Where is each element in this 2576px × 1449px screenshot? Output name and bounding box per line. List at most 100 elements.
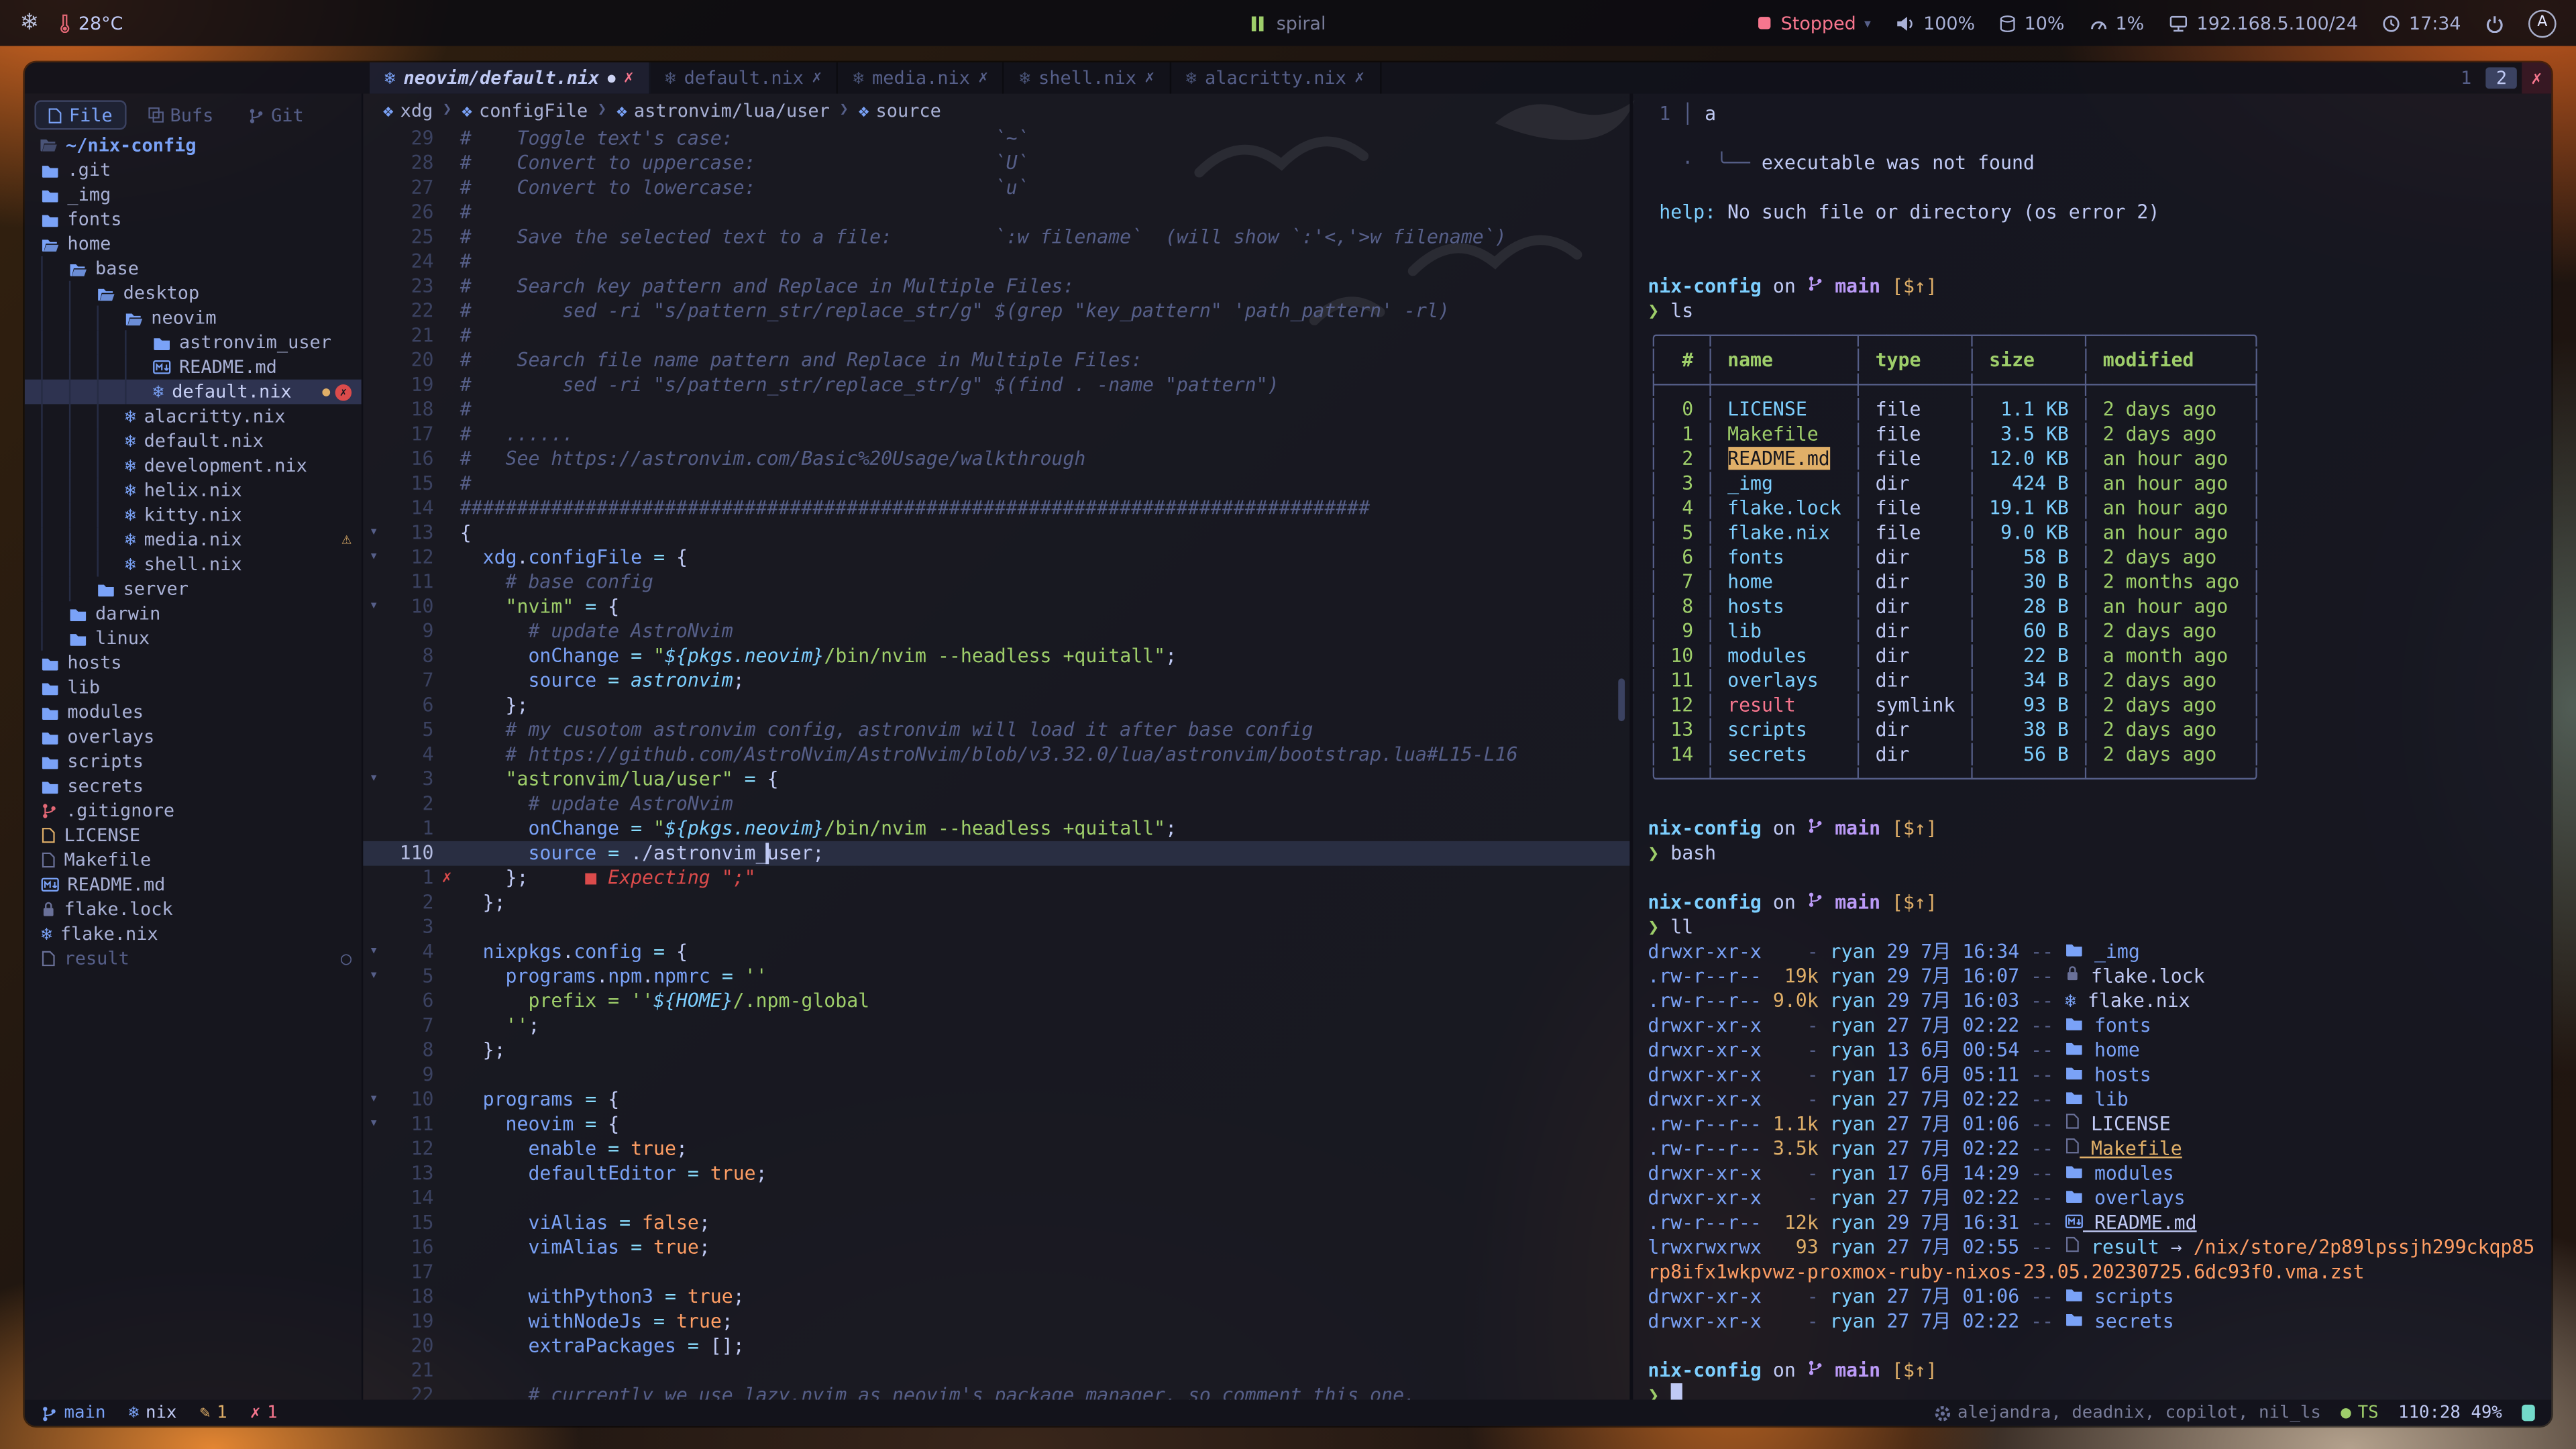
tree-item-modules[interactable]: modules <box>41 700 362 724</box>
editor-line[interactable]: 16# See https://astronvim.com/Basic%20Us… <box>363 447 1629 472</box>
tabpage-1[interactable]: 1 <box>2451 67 2481 89</box>
topbar-clock[interactable]: 17:34 <box>2383 12 2461 34</box>
editor-line[interactable]: 14 <box>363 1186 1629 1211</box>
editor-line[interactable]: 20# Search file name pattern and Replace… <box>363 348 1629 373</box>
tree-root[interactable]: ~/nix-config <box>25 131 362 158</box>
editor-line[interactable]: 11 # base config <box>363 570 1629 595</box>
buffer-tab-shell.nix[interactable]: ❄shell.nix✗ <box>1005 62 1171 94</box>
topbar-cpu-usage[interactable]: 1% <box>2089 12 2144 34</box>
tree-item-development.nix[interactable]: ❄development.nix <box>41 453 362 478</box>
tree-item-lib[interactable]: lib <box>41 676 362 700</box>
editor-line[interactable]: 7 ''; <box>363 1014 1629 1038</box>
tree-item-fonts[interactable]: fonts <box>41 207 362 232</box>
tree-item-default.nix[interactable]: ❄default.nix <box>41 429 362 453</box>
editor-line[interactable]: ▾4 nixpkgs.config = { <box>363 940 1629 965</box>
editor-line[interactable]: 21 <box>363 1358 1629 1383</box>
editor-line[interactable]: ▾13{ <box>363 521 1629 545</box>
tabpage-2[interactable]: 2 <box>2486 67 2517 89</box>
fold-chevron-icon[interactable]: ▾ <box>363 595 384 620</box>
editor-line[interactable]: 29# Toggle text's case: `~` <box>363 127 1629 152</box>
close-window-icon[interactable]: ✗ <box>2522 62 2551 94</box>
tree-item-scripts[interactable]: scripts <box>41 749 362 774</box>
tree-item-helix.nix[interactable]: ❄helix.nix <box>41 478 362 503</box>
editor-line[interactable]: 27# Convert to lowercase: `u` <box>363 176 1629 201</box>
terminal-split[interactable]: 1 │ a · ╰── executable was not found hel… <box>1629 94 2551 1400</box>
editor-line[interactable]: 3 <box>363 915 1629 940</box>
tree-item-LICENSE[interactable]: LICENSE <box>41 823 362 848</box>
tree-item-media.nix[interactable]: ❄media.nix⚠ <box>41 527 362 552</box>
editor-line[interactable]: 14######################################… <box>363 496 1629 521</box>
tree-item-linux[interactable]: linux <box>41 626 362 651</box>
status-git-branch[interactable]: main <box>41 1403 105 1422</box>
fold-chevron-icon[interactable]: ▾ <box>363 767 384 792</box>
buffer-tab-media.nix[interactable]: ❄media.nix✗ <box>839 62 1005 94</box>
tree-item-desktop[interactable]: desktop <box>41 281 362 306</box>
editor-line[interactable]: 18# <box>363 398 1629 423</box>
fold-chevron-icon[interactable]: ▾ <box>363 940 384 965</box>
buffer-tab-neovim/default.nix[interactable]: ❄neovim/default.nix●✗ <box>370 62 650 94</box>
tree-item-.gitignore[interactable]: .gitignore <box>41 798 362 823</box>
tree-item-README.md[interactable]: README.md <box>41 872 362 897</box>
editor-line[interactable]: 110 source = ./astronvim_user; <box>363 841 1629 866</box>
editor-line[interactable]: 25# Save the selected text to a file: `:… <box>363 225 1629 250</box>
breadcrumb-item[interactable]: ❖astronvim/lua/user <box>616 99 830 121</box>
editor-line[interactable]: 20 extraPackages = []; <box>363 1334 1629 1359</box>
editor-line[interactable]: 23# Search key pattern and Replace in Mu… <box>363 274 1629 299</box>
breadcrumb-item[interactable]: ❖xdg <box>383 99 433 121</box>
tree-item-base[interactable]: base <box>41 256 362 281</box>
editor-line[interactable]: 1✗ }; ■ Expecting ";" <box>363 866 1629 891</box>
editor-line[interactable]: 28# Convert to uppercase: `U` <box>363 151 1629 176</box>
editor-line[interactable]: 24# <box>363 250 1629 274</box>
editor-code[interactable]: 29# Toggle text's case: `~`28# Convert t… <box>363 127 1629 1400</box>
editor-line[interactable]: ▾12 xdg.configFile = { <box>363 545 1629 570</box>
editor-line[interactable]: 22 # currently we use lazy.nvim as neovi… <box>363 1383 1629 1399</box>
fold-chevron-icon[interactable]: ▾ <box>363 521 384 545</box>
tree-item-flake.lock[interactable]: flake.lock <box>41 897 362 922</box>
topbar-network[interactable]: 192.168.5.100/24 <box>2169 12 2358 34</box>
editor-line[interactable]: ▾3 "astronvim/lua/user" = { <box>363 767 1629 792</box>
editor-line[interactable]: 9 # update AstroNvim <box>363 619 1629 644</box>
tab-close-icon[interactable]: ✗ <box>1144 69 1155 87</box>
editor-line[interactable]: 12 enable = true; <box>363 1137 1629 1162</box>
fold-chevron-icon[interactable]: ▾ <box>363 1087 384 1112</box>
editor-line[interactable]: 15 viAlias = false; <box>363 1211 1629 1236</box>
topbar-user-menu[interactable]: A <box>2528 9 2557 37</box>
tree-item-result[interactable]: result○ <box>41 947 362 971</box>
fold-chevron-icon[interactable]: ▾ <box>363 545 384 570</box>
topbar-temperature[interactable]: 28°C <box>59 12 123 34</box>
editor-line[interactable]: 6 prefix = ''${HOME}/.npm-global <box>363 989 1629 1014</box>
editor-line[interactable]: ▾5 programs.npm.npmrc = '' <box>363 965 1629 989</box>
tree-item-alacritty.nix[interactable]: ❄alacritty.nix <box>41 404 362 429</box>
tab-close-icon[interactable]: ✗ <box>1354 69 1364 87</box>
tree-item-flake.nix[interactable]: ❄flake.nix <box>41 922 362 947</box>
editor-line[interactable]: 22# sed -ri "s/pattern_str/replace_str/g… <box>363 299 1629 324</box>
scrollbar-thumb[interactable] <box>1618 678 1625 721</box>
tree-item-astronvim_user[interactable]: astronvim_user <box>41 330 362 355</box>
editor-line[interactable]: 17 <box>363 1260 1629 1285</box>
tree-item-.git[interactable]: .git <box>41 158 362 182</box>
topbar-disk-usage[interactable]: 10% <box>2000 12 2065 34</box>
neotree-tab-file[interactable]: File <box>34 100 125 129</box>
nixos-logo-icon[interactable]: ❄ <box>19 10 39 36</box>
topbar-volume[interactable]: 100% <box>1896 12 1976 34</box>
tree-item-home[interactable]: home <box>41 231 362 256</box>
editor-line[interactable]: 6 }; <box>363 693 1629 718</box>
editor-line[interactable]: 21# <box>363 323 1629 348</box>
editor-line[interactable]: 19# sed -ri "s/pattern_str/replace_str/g… <box>363 373 1629 398</box>
tree-item-hosts[interactable]: hosts <box>41 651 362 676</box>
neotree-tab-git[interactable]: Git <box>235 100 317 129</box>
tree-item-README.md[interactable]: README.md <box>41 355 362 380</box>
tree-item-shell.nix[interactable]: ❄shell.nix <box>41 552 362 577</box>
tree-item-Makefile[interactable]: Makefile <box>41 848 362 873</box>
tree-item-_img[interactable]: _img <box>41 182 362 207</box>
editor-line[interactable]: 2 }; <box>363 890 1629 915</box>
tree-item-neovim[interactable]: neovim <box>41 306 362 331</box>
editor-line[interactable]: 5 # my cusotom astronvim config, astronv… <box>363 718 1629 743</box>
tree-item-secrets[interactable]: secrets <box>41 773 362 798</box>
tree-item-overlays[interactable]: overlays <box>41 724 362 749</box>
neotree-tab-bufs[interactable]: Bufs <box>134 100 227 129</box>
tree-item-kitty.nix[interactable]: ❄kitty.nix <box>41 502 362 527</box>
tree-item-default.nix[interactable]: ❄default.nix●✗ <box>25 380 362 405</box>
pause-icon[interactable] <box>1250 14 1265 32</box>
editor-line[interactable]: 1 onChange = "${pkgs.neovim}/bin/nvim --… <box>363 816 1629 841</box>
